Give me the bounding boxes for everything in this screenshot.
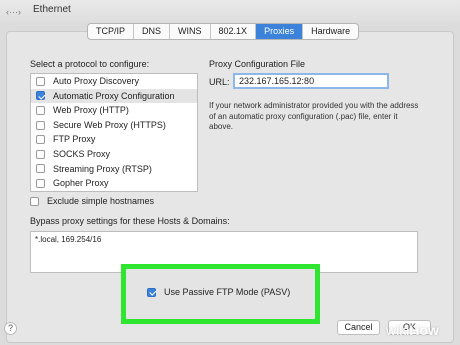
protocol-label: Auto Proxy Discovery <box>53 76 140 86</box>
protocol-label: Gopher Proxy <box>53 178 109 189</box>
tab-dns[interactable]: DNS <box>134 24 171 39</box>
protocol-checkbox[interactable] <box>36 91 45 101</box>
config-help-text: If your network administrator provided y… <box>209 101 419 131</box>
protocol-heading: Select a protocol to configure: <box>30 59 150 69</box>
protocol-label: Automatic Proxy Configuration <box>53 90 175 101</box>
url-input[interactable]: 232.167.165.12:80 <box>233 73 389 89</box>
exclude-checkbox[interactable] <box>30 196 39 206</box>
protocol-item-http[interactable]: Web Proxy (HTTP) <box>31 103 197 118</box>
protocol-label: SOCKS Proxy <box>53 148 111 159</box>
passive-ftp-label: Use Passive FTP Mode (PASV) <box>164 287 291 297</box>
window-title: Ethernet <box>33 4 71 15</box>
protocol-checkbox[interactable] <box>36 164 45 174</box>
protocol-list: Auto Proxy Discovery Automatic Proxy Con… <box>30 73 198 192</box>
tab-proxies[interactable]: Proxies <box>256 24 304 39</box>
protocol-label: Secure Web Proxy (HTTPS) <box>53 119 166 130</box>
protocol-checkbox[interactable] <box>36 105 45 115</box>
protocol-item-auto-discovery[interactable]: Auto Proxy Discovery <box>31 74 197 89</box>
tab-hardware[interactable]: Hardware <box>303 24 358 39</box>
bypass-heading: Bypass proxy settings for these Hosts & … <box>30 216 230 226</box>
tab-bar: TCP/IP DNS WINS 802.1X Proxies Hardware <box>87 23 360 40</box>
tab-wins[interactable]: WINS <box>170 24 211 39</box>
protocol-checkbox[interactable] <box>36 76 45 86</box>
config-heading: Proxy Configuration File <box>209 59 306 69</box>
title-bar: ‹···› Ethernet <box>0 0 460 22</box>
passive-ftp-option[interactable]: Use Passive FTP Mode (PASV) <box>147 287 290 297</box>
cancel-button[interactable]: Cancel <box>337 320 380 335</box>
exclude-label: Exclude simple hostnames <box>47 196 155 206</box>
protocol-item-auto-config[interactable]: Automatic Proxy Configuration <box>31 88 197 104</box>
protocol-label: Web Proxy (HTTP) <box>53 105 129 116</box>
passive-ftp-checkbox[interactable] <box>147 287 156 297</box>
protocol-item-gopher[interactable]: Gopher Proxy <box>31 176 197 191</box>
protocol-label: Streaming Proxy (RTSP) <box>53 163 152 174</box>
exclude-simple-hostnames[interactable]: Exclude simple hostnames <box>30 196 154 206</box>
help-button[interactable]: ? <box>4 322 17 335</box>
protocol-label: FTP Proxy <box>53 134 96 145</box>
protocol-item-rtsp[interactable]: Streaming Proxy (RTSP) <box>31 162 197 177</box>
tab-8021x[interactable]: 802.1X <box>211 24 257 39</box>
protocol-checkbox[interactable] <box>36 120 45 130</box>
protocol-checkbox[interactable] <box>36 135 45 145</box>
protocol-item-https[interactable]: Secure Web Proxy (HTTPS) <box>31 118 197 133</box>
protocol-checkbox[interactable] <box>36 178 45 188</box>
wikihow-watermark: wikiHow <box>386 322 439 338</box>
tab-tcpip[interactable]: TCP/IP <box>88 24 135 39</box>
protocol-item-ftp[interactable]: FTP Proxy <box>31 132 197 147</box>
url-label: URL: <box>209 77 230 87</box>
back-forward-icon[interactable]: ‹···› <box>6 6 21 18</box>
protocol-checkbox[interactable] <box>36 149 45 159</box>
protocol-item-socks[interactable]: SOCKS Proxy <box>31 147 197 162</box>
